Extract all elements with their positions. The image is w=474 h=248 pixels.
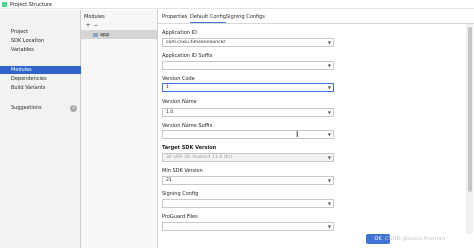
dialog-footer: OK CSDN @csxiu.fireman (0, 234, 474, 248)
text-cursor-icon: I (296, 130, 299, 139)
suggestions-count-badge: 3 (70, 105, 77, 112)
nav-item-modules[interactable]: Modules (0, 66, 81, 74)
settings-nav: Project SDK Location Variables Modules D… (0, 10, 81, 248)
chevron-down-icon[interactable]: ▼ (328, 39, 331, 46)
min-sdk-version-field[interactable]: 21 ▼ (162, 176, 334, 185)
chevron-down-icon[interactable]: ▼ (328, 223, 331, 230)
target-sdk-version-field[interactable]: 30 (API 30: Android 11.0 (R)) ▼ (162, 153, 334, 162)
watermark: CSDN @csxiu.fireman (385, 236, 446, 242)
proguard-files-field[interactable]: ▼ (162, 222, 334, 231)
module-label: app (100, 31, 110, 38)
form-scrollbar[interactable] (466, 24, 473, 234)
chevron-down-icon[interactable]: ▼ (328, 84, 331, 91)
nav-item-build-variants[interactable]: Build Variants (0, 84, 81, 92)
version-name-label: Version Name (162, 99, 197, 105)
min-sdk-version-value: 21 (166, 178, 172, 183)
scrollbar-thumb[interactable] (467, 27, 472, 192)
version-name-value: 1.0 (166, 110, 174, 115)
title-bar: Project Structure (0, 0, 474, 9)
modules-header: Modules (84, 14, 105, 20)
chevron-down-icon[interactable]: ▼ (328, 62, 331, 69)
tab-default-config[interactable]: Default Config (190, 13, 226, 23)
application-id-label: Application ID (162, 30, 197, 36)
target-sdk-version-value: 30 (API 30: Android 11.0 (R)) (166, 155, 233, 160)
version-name-suffix-label: Version Name Suffix (162, 123, 213, 129)
application-id-value: com.csxiu.timeannouncer (166, 40, 226, 45)
module-item-app[interactable]: app (81, 30, 157, 39)
chevron-down-icon[interactable]: ▼ (328, 109, 331, 116)
chevron-down-icon[interactable]: ▼ (328, 131, 331, 138)
signing-config-label: Signing Config (162, 191, 199, 197)
window-title: Project Structure (10, 1, 52, 8)
nav-item-variables[interactable]: Variables (0, 46, 81, 54)
android-studio-icon (2, 2, 7, 7)
application-id-suffix-field[interactable]: ▼ (162, 61, 334, 70)
nav-item-project[interactable]: Project (0, 28, 81, 36)
target-sdk-version-label: Target SDK Version (162, 145, 217, 151)
tab-signing-configs[interactable]: Signing Configs (226, 13, 265, 23)
signing-config-field[interactable]: ▼ (162, 199, 334, 208)
modules-panel: Modules + − app (81, 10, 158, 248)
nav-item-sdk-location[interactable]: SDK Location (0, 37, 81, 45)
version-name-suffix-field[interactable]: ▼ (162, 130, 334, 139)
version-code-label: Version Code (162, 76, 195, 82)
chevron-down-icon[interactable]: ▼ (328, 200, 331, 207)
default-config-form: Application ID com.csxiu.timeannouncer ▼… (160, 24, 474, 242)
chevron-down-icon[interactable]: ▼ (328, 154, 331, 161)
add-module-button[interactable]: + (84, 22, 92, 29)
application-id-suffix-label: Application ID Suffix (162, 53, 213, 59)
proguard-files-label: ProGuard Files (162, 214, 198, 220)
application-id-field[interactable]: com.csxiu.timeannouncer ▼ (162, 38, 334, 47)
module-folder-icon (93, 32, 98, 37)
version-name-field[interactable]: 1.0 ▼ (162, 108, 334, 117)
nav-item-suggestions[interactable]: Suggestions (0, 104, 81, 112)
version-code-field[interactable]: 1 ▼ (162, 83, 334, 92)
remove-module-button[interactable]: − (92, 22, 100, 29)
nav-item-dependencies[interactable]: Dependencies (0, 75, 81, 83)
min-sdk-version-label: Min SDK Version (162, 168, 203, 174)
tab-properties[interactable]: Properties (162, 13, 187, 23)
modules-toolbar: + − (84, 22, 100, 29)
version-code-value: 1 (166, 85, 169, 90)
chevron-down-icon[interactable]: ▼ (328, 177, 331, 184)
